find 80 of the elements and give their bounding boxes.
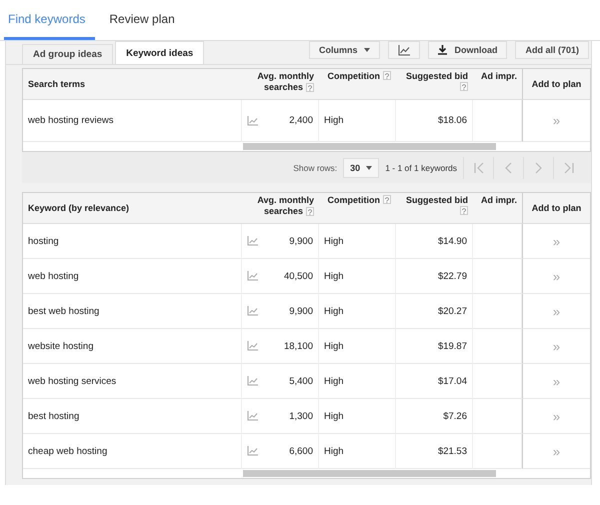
searches-cell: 2,400 — [289, 115, 313, 126]
column-header: Add to plan — [522, 69, 590, 100]
bid-cell: $7.26 — [396, 399, 473, 434]
searches-cell: 5,400 — [289, 376, 313, 386]
download-icon — [438, 45, 448, 55]
chart-button[interactable] — [388, 41, 420, 59]
help-button[interactable]: ? — [306, 82, 314, 92]
searches-cell: 1,300 — [289, 410, 313, 422]
column-header: Avg. monthly searches ? — [242, 69, 319, 100]
keyword-cell: hosting — [23, 224, 242, 259]
trend-chart-icon[interactable] — [247, 306, 258, 316]
column-header: Ad impr. — [473, 193, 522, 224]
competition-cell: High — [319, 399, 396, 434]
last-page-icon — [564, 162, 574, 174]
add-to-plan-button[interactable]: » — [552, 234, 560, 248]
searches-cell: 9,900 — [289, 306, 313, 316]
keyword-cell: best web hosting — [23, 294, 242, 329]
searches-cell: 40,500 — [284, 270, 313, 282]
add-to-plan-button[interactable]: » — [552, 113, 560, 128]
searches-cell: 6,600 — [289, 446, 313, 456]
trend-chart-icon — [398, 44, 410, 56]
column-header: Search terms — [23, 69, 242, 100]
help-button[interactable]: ? — [460, 206, 468, 215]
trend-chart-icon[interactable] — [247, 236, 258, 246]
column-header: Add to plan — [522, 193, 590, 224]
horizontal-scrollbar[interactable] — [243, 143, 496, 150]
keyword-cell: web hosting services — [23, 364, 242, 399]
previous-page-icon — [504, 162, 514, 174]
page-range: 1 - 1 of 1 keywords — [385, 162, 457, 172]
add-to-plan-button[interactable]: » — [552, 304, 560, 318]
add-to-plan-button[interactable]: » — [552, 444, 560, 458]
help-button[interactable]: ? — [306, 206, 314, 216]
bid-cell: $19.87 — [396, 329, 473, 364]
add-to-plan-button[interactable]: » — [552, 374, 560, 388]
help-button[interactable]: ? — [460, 82, 468, 91]
add-to-plan-button[interactable]: » — [552, 338, 560, 354]
competition-cell: High — [319, 364, 396, 399]
trend-chart-icon[interactable] — [247, 271, 258, 281]
bid-cell: $14.90 — [396, 224, 473, 259]
add-to-plan-button[interactable]: » — [552, 268, 560, 284]
download-button[interactable]: Download — [428, 41, 508, 59]
keyword-cell: web hosting — [23, 259, 242, 294]
column-header: Suggested bid ? — [396, 193, 473, 224]
first-page-icon — [474, 162, 484, 174]
searches-cell: 18,100 — [284, 340, 313, 352]
keyword-cell: best hosting — [23, 399, 242, 434]
trend-chart-icon[interactable] — [247, 446, 258, 456]
trend-chart-icon[interactable] — [247, 341, 258, 351]
caret-icon — [366, 166, 372, 170]
column-header: Suggested bid ? — [396, 69, 473, 100]
bid-cell: $22.79 — [396, 259, 473, 294]
columns-button[interactable]: Columns — [308, 41, 380, 59]
trend-chart-icon[interactable] — [247, 376, 258, 386]
trend-chart-icon[interactable] — [247, 411, 258, 421]
bid-cell: $20.27 — [396, 294, 473, 329]
add-all-button[interactable]: Add all (701) — [515, 41, 589, 59]
caret-icon — [364, 48, 370, 52]
column-header: Ad impr. — [473, 69, 522, 100]
bid-cell: $17.04 — [396, 364, 473, 399]
column-header: Competition ? — [319, 69, 396, 100]
add-to-plan-button[interactable]: » — [552, 408, 560, 424]
tab[interactable]: Review plan — [105, 0, 185, 40]
column-header: Competition ? — [319, 193, 396, 224]
horizontal-scrollbar[interactable] — [243, 470, 496, 477]
competition-cell: High — [319, 224, 396, 259]
competition-cell: High — [319, 259, 396, 294]
tab[interactable]: Keyword ideas — [115, 41, 204, 64]
tab[interactable]: Ad group ideas — [22, 44, 114, 64]
help-button[interactable]: ? — [383, 71, 391, 80]
column-header: Avg. monthly searches ? — [242, 193, 319, 224]
competition-cell: High — [319, 329, 396, 364]
competition-cell: High — [319, 294, 396, 329]
column-header: Keyword (by relevance) — [23, 193, 242, 224]
trend-chart-icon[interactable] — [247, 116, 258, 126]
keyword-cell: website hosting — [23, 329, 242, 364]
next-page-icon — [534, 162, 544, 174]
rows-per-page-dropdown[interactable]: 30 — [343, 158, 380, 178]
searches-cell: 9,900 — [289, 236, 313, 246]
show-rows-label: Show rows: — [293, 162, 338, 172]
help-button[interactable]: ? — [383, 195, 391, 204]
